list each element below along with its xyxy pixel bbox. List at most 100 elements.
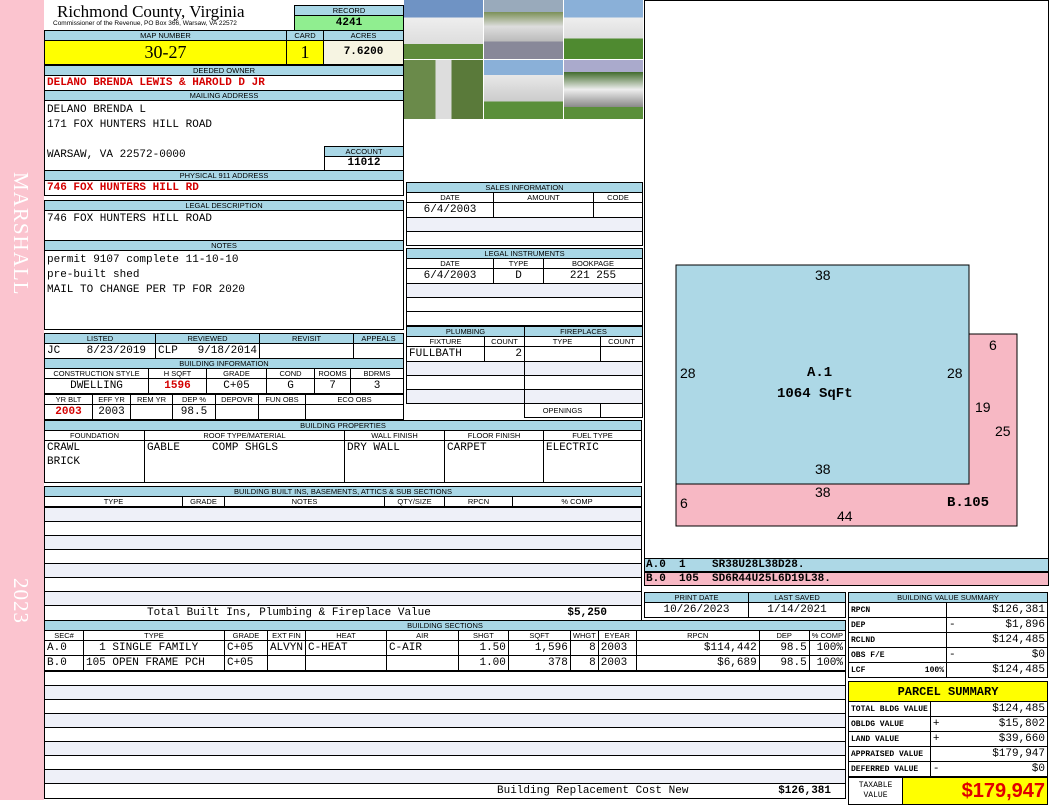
building-info-row1: CONSTRUCTION STYLE H SQFT GRADE COND ROOMS BD… (44, 368, 404, 420)
plumbing-fireplaces: PLUMBING FIREPLACES FIXTURE COUNT TYPE COUNT… (406, 326, 643, 418)
roof-header: ROOF TYPE/MATERIAL (144, 430, 345, 441)
section-cell: 1.50 (457, 640, 509, 656)
depovr-header: DEPOVR (215, 394, 259, 405)
instrument-type: D (493, 268, 544, 284)
section-cell: C-AIR (385, 640, 459, 656)
year-built: 2003 (44, 404, 93, 420)
code-id: 105 (679, 573, 699, 585)
summary-value: $1,896 (960, 617, 1048, 633)
type-header: TYPE (44, 496, 183, 507)
legal-description: 746 FOX HUNTERS HILL ROAD (44, 210, 404, 241)
section-cell: 100% (808, 640, 847, 656)
sale-amount (493, 202, 594, 218)
photo-house-front[interactable] (404, 0, 483, 59)
hsqft-header: H SQFT (148, 368, 207, 379)
floor-finish: CARPET (444, 440, 544, 483)
summary-value: $124,485 (960, 662, 1048, 678)
instruments-table: DATE TYPE BOOKPAGE 6/4/2003 D 221 255 (406, 258, 643, 326)
parcel-value: $124,485 (944, 701, 1049, 717)
photo-driveway[interactable] (564, 60, 643, 119)
acres-value: 7.6200 (323, 40, 404, 65)
value-summary-row: OBS F/E - $0 (848, 647, 1048, 663)
print-date: 10/26/2023 (644, 602, 749, 618)
fireplace-type-header: TYPE (524, 336, 601, 347)
section-row: B.0 105 OPEN FRAME PCH C+05 1.00 378 8 2003 $6,… (44, 655, 847, 671)
parcel-summary-row: TOTAL BLDG VALUE $124,485 (848, 701, 1049, 717)
section-cell: 1 SINGLE FAMILY (82, 640, 225, 656)
col-header: SQFT (507, 630, 571, 641)
eco-obs (305, 404, 404, 420)
parcel-value: $15,802 (944, 716, 1049, 732)
tax-year: 2023 (9, 578, 33, 624)
value-summary-row: RCLND $124,485 (848, 632, 1048, 648)
section-cell: 2003 (597, 640, 637, 656)
code-sec: A.0 (646, 559, 666, 571)
dim-label: 38 (815, 484, 831, 500)
parcel-sign (929, 701, 945, 717)
fixture-count: 2 (484, 346, 525, 362)
taxable-value: $179,947 (902, 777, 1048, 805)
photo-garage[interactable] (484, 0, 563, 59)
col-header: GRADE (223, 630, 268, 641)
section-cell: $114,442 (635, 640, 760, 656)
bdrms-header: BDRMS (350, 368, 404, 379)
dim-label: 25 (995, 423, 1011, 439)
summary-label: DEP (851, 620, 866, 630)
builtins-table: TYPE GRADE NOTES QTY/SIZE RPCN% COMP Total B… (44, 496, 642, 621)
reviewed-value: CLP 9/18/2014 (154, 343, 261, 359)
section-cell (385, 655, 459, 671)
sale-amount-header: AMOUNT (493, 192, 594, 203)
district-name: MARSHALL (9, 172, 33, 296)
col-header: % COMP (808, 630, 847, 641)
sale-date: 6/4/2003 (406, 202, 494, 218)
photo-mailbox[interactable] (404, 60, 483, 119)
section-cell: 98.5 (758, 640, 810, 656)
col-header: DEP (758, 630, 810, 641)
parcel-label: LAND VALUE (848, 731, 931, 747)
photo-house-side[interactable] (564, 0, 643, 59)
section-cell: C+05 (223, 655, 268, 671)
section-cell: 1,596 (507, 640, 571, 656)
summary-label: RPCN (851, 605, 871, 615)
parcel-summary-title: PARCEL SUMMARY (848, 681, 1048, 702)
cond-header: COND (266, 368, 315, 379)
builtins-total-value: $5,250 (567, 606, 607, 619)
parcel-label: APPRAISED VALUE (848, 746, 931, 762)
comp-header: % COMP (512, 496, 642, 507)
section-cell: C-HEAT (304, 640, 387, 656)
col-header: TYPE (82, 630, 225, 641)
value-summary-row: DEP - $1,896 (848, 617, 1048, 633)
section-cell: 105 OPEN FRAME PCH (82, 655, 225, 671)
summary-sign (946, 662, 961, 678)
record-number: 4241 (294, 15, 404, 31)
building-sketch[interactable]: 38 28 28 38 A.1 1064 SqFt 6 19 25 38 44 … (644, 0, 1049, 559)
section-cell: 2003 (597, 655, 637, 671)
parcel-sign: + (929, 716, 945, 732)
rooms: 7 (314, 378, 351, 394)
notes: permit 9107 complete 11-10-10 pre-built … (44, 250, 404, 330)
deeded-owner: DELANO BRENDA LEWIS & HAROLD D JR (44, 75, 404, 91)
mail-line: DELANO BRENDA L (47, 104, 147, 116)
plumbing-title: PLUMBING (406, 326, 525, 337)
builtins-total-label: Total Built Ins, Plumbing & Fireplace Va… (147, 606, 431, 619)
condition: G (266, 378, 315, 394)
dim-label: 38 (815, 461, 831, 477)
section-cell: A.0 (44, 640, 84, 656)
dim-label: 28 (680, 365, 696, 381)
reviewed-header: REVIEWED (154, 333, 261, 344)
parcel-value: $179,947 (944, 746, 1049, 762)
photo-house-angle[interactable] (484, 60, 563, 119)
section-b-label: B.105 (947, 495, 990, 511)
col-header: EYEAR (597, 630, 637, 641)
bookpage-header: BOOKPAGE (543, 258, 643, 269)
grade: C+05 (206, 378, 267, 394)
floor-finish-header: FLOOR FINISH (444, 430, 544, 441)
parcel-sign: - (929, 761, 945, 777)
listing-table: LISTED REVIEWED REVISIT APPEALS JC 8/23/201… (44, 333, 404, 359)
code-vector: SR38U28L38D28. (712, 559, 805, 571)
fireplaces-title: FIREPLACES (524, 326, 643, 337)
summary-value: $0 (960, 647, 1048, 663)
instrument-date: 6/4/2003 (406, 268, 494, 284)
summary-value: $124,485 (960, 632, 1048, 648)
parcel-summary: PARCEL SUMMARY TOTAL BLDG VALUE $124,485 O… (848, 681, 1049, 805)
